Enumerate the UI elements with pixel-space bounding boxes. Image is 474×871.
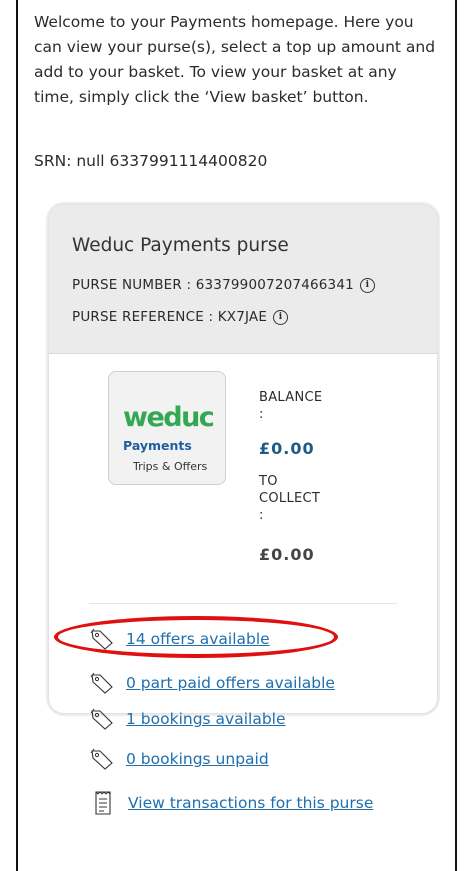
purse-reference: PURSE REFERENCE : KX7JAE i	[72, 309, 289, 325]
link-row-bookings-unpaid[interactable]: 0 bookings unpaid	[90, 748, 269, 770]
purse-title: Weduc Payments purse	[72, 235, 289, 256]
balance-label: BALANCE :	[259, 389, 322, 423]
logo-tagline: Trips & Offers	[133, 460, 208, 473]
balance-label-colon: :	[259, 407, 264, 422]
balance-label-line: BALANCE	[259, 390, 323, 405]
link-row-part-paid[interactable]: 0 part paid offers available	[90, 672, 335, 694]
tag-icon	[90, 708, 113, 730]
purse-number-label: PURSE NUMBER : 633799007207466341	[72, 277, 354, 293]
info-icon[interactable]: i	[273, 309, 289, 325]
logo-subtitle: Payments	[123, 438, 192, 453]
link-row-transactions[interactable]: View transactions for this purse	[92, 790, 373, 816]
part-paid-offers-link[interactable]: 0 part paid offers available	[126, 674, 335, 692]
balance-value: £0.00	[259, 439, 315, 458]
to-collect-label-colon: :	[259, 508, 264, 523]
intro-text: Welcome to your Payments homepage. Here …	[34, 13, 436, 106]
to-collect-value: £0.00	[259, 545, 315, 564]
offers-available-link[interactable]: 14 offers available	[126, 630, 270, 648]
weduc-payments-logo: weduc Payments Trips & Offers	[108, 371, 226, 485]
bookings-available-link[interactable]: 1 bookings available	[126, 710, 286, 728]
logo-wordmark: weduc	[123, 402, 215, 433]
purse-card-header: Weduc Payments purse PURSE NUMBER : 6337…	[49, 205, 437, 354]
bookings-unpaid-link[interactable]: 0 bookings unpaid	[126, 750, 269, 768]
view-transactions-link[interactable]: View transactions for this purse	[128, 794, 373, 812]
info-icon[interactable]: i	[359, 277, 375, 293]
divider	[89, 603, 397, 604]
to-collect-label-line: COLLECT	[259, 491, 321, 506]
srn-text: SRN: null 6337991114400820	[34, 152, 268, 170]
tag-icon	[90, 748, 113, 770]
purse-card-body: weduc Payments Trips & Offers BALANCE : …	[49, 353, 437, 713]
to-collect-label-line: TO	[259, 474, 278, 489]
link-row-bookings-available[interactable]: 1 bookings available	[90, 708, 286, 730]
to-collect-label: TO COLLECT :	[259, 473, 320, 524]
tag-icon	[90, 628, 113, 650]
link-row-offers[interactable]: 14 offers available	[90, 628, 270, 650]
receipt-icon	[95, 791, 111, 815]
purse-number: PURSE NUMBER : 633799007207466341 i	[72, 277, 375, 293]
tag-icon	[90, 672, 113, 694]
purse-reference-label: PURSE REFERENCE : KX7JAE	[72, 309, 268, 325]
